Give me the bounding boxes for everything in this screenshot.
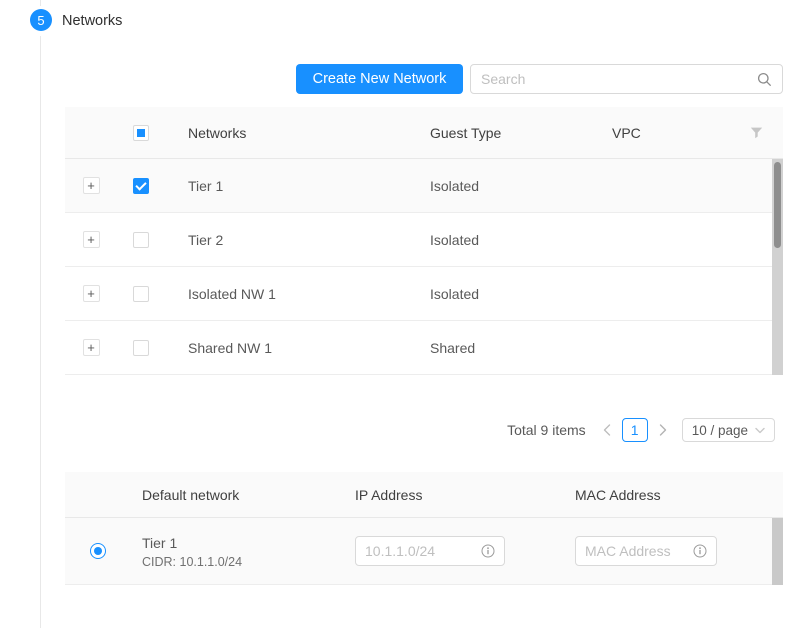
guest-type: Isolated	[422, 232, 604, 248]
table-row[interactable]: + Shared NW 1 Shared	[65, 321, 772, 375]
search-input[interactable]	[481, 71, 757, 87]
networks-step-screen: 5 Networks Create New Network Networks G…	[0, 0, 805, 628]
page-size-select[interactable]: 10 / page	[682, 418, 775, 442]
default-network-row[interactable]: Tier 1 CIDR: 10.1.1.0/24	[65, 518, 772, 585]
table-row[interactable]: + Tier 2 Isolated	[65, 213, 772, 267]
row-checkbox[interactable]	[133, 340, 149, 356]
chevron-down-icon	[755, 427, 765, 434]
row-checkbox[interactable]	[133, 232, 149, 248]
filter-icon[interactable]	[750, 127, 763, 139]
default-network-table-header: Default network IP Address MAC Address	[65, 472, 783, 518]
pagination-total: Total 9 items	[507, 422, 586, 438]
search-box[interactable]	[470, 64, 783, 94]
prev-page-button[interactable]	[598, 418, 616, 442]
step-connector	[40, 36, 41, 628]
step-title: Networks	[62, 13, 122, 29]
next-page-button[interactable]	[654, 418, 672, 442]
guest-type: Isolated	[422, 178, 604, 194]
default-network-name-cell: Tier 1 CIDR: 10.1.1.0/24	[130, 534, 347, 569]
step-number-badge: 5	[30, 9, 52, 31]
table-scrollbar-track	[772, 159, 783, 375]
default-network-radio[interactable]	[90, 543, 106, 559]
filter-cell	[740, 127, 772, 139]
mac-address-input[interactable]	[585, 543, 693, 559]
page-1-button[interactable]: 1	[622, 418, 648, 442]
row-checkbox[interactable]	[133, 178, 149, 194]
page-size-value: 10 / page	[692, 423, 748, 438]
expand-row-button[interactable]: +	[83, 231, 100, 248]
create-new-network-button[interactable]: Create New Network	[296, 64, 463, 94]
select-all-cell	[117, 125, 165, 141]
column-header-default-network: Default network	[130, 487, 347, 503]
row-checkbox[interactable]	[133, 286, 149, 302]
expand-row-button[interactable]: +	[83, 177, 100, 194]
step-number: 5	[37, 13, 44, 28]
default-network-table-body: Tier 1 CIDR: 10.1.1.0/24	[65, 518, 783, 585]
column-header-ip-address: IP Address	[347, 487, 567, 503]
column-header-vpc: VPC	[604, 125, 740, 141]
guest-type: Shared	[422, 340, 604, 356]
pagination: Total 9 items 1 10 / page	[507, 418, 775, 442]
default-network-table: Default network IP Address MAC Address T…	[65, 472, 783, 585]
ip-address-input[interactable]	[365, 543, 481, 559]
mac-address-field[interactable]	[575, 536, 717, 566]
network-name: Tier 1	[165, 178, 422, 194]
networks-table-header: Networks Guest Type VPC	[65, 107, 783, 159]
table-row[interactable]: + Isolated NW 1 Isolated	[65, 267, 772, 321]
search-icon[interactable]	[757, 72, 772, 87]
expand-row-button[interactable]: +	[83, 339, 100, 356]
step-connector-top	[40, 0, 41, 6]
table-row[interactable]: + Tier 1 Isolated	[65, 159, 772, 213]
column-header-guest-type: Guest Type	[422, 125, 604, 141]
default-network-name: Tier 1	[142, 534, 347, 552]
default-network-cidr: CIDR: 10.1.1.0/24	[142, 555, 347, 569]
info-icon	[693, 544, 707, 558]
select-all-checkbox[interactable]	[133, 125, 149, 141]
networks-table: Networks Guest Type VPC + Tier 1 Isolate…	[65, 107, 783, 375]
network-name: Tier 2	[165, 232, 422, 248]
expand-row-button[interactable]: +	[83, 285, 100, 302]
table2-scrollbar-track	[772, 518, 783, 585]
network-name: Isolated NW 1	[165, 286, 422, 302]
guest-type: Isolated	[422, 286, 604, 302]
column-header-networks: Networks	[165, 125, 422, 141]
info-icon	[481, 544, 495, 558]
column-header-mac-address: MAC Address	[567, 487, 772, 503]
network-name: Shared NW 1	[165, 340, 422, 356]
ip-address-field[interactable]	[355, 536, 505, 566]
networks-table-body: + Tier 1 Isolated + Tier 2 Isolated + Is…	[65, 159, 783, 375]
table-scrollbar-thumb[interactable]	[774, 162, 781, 248]
